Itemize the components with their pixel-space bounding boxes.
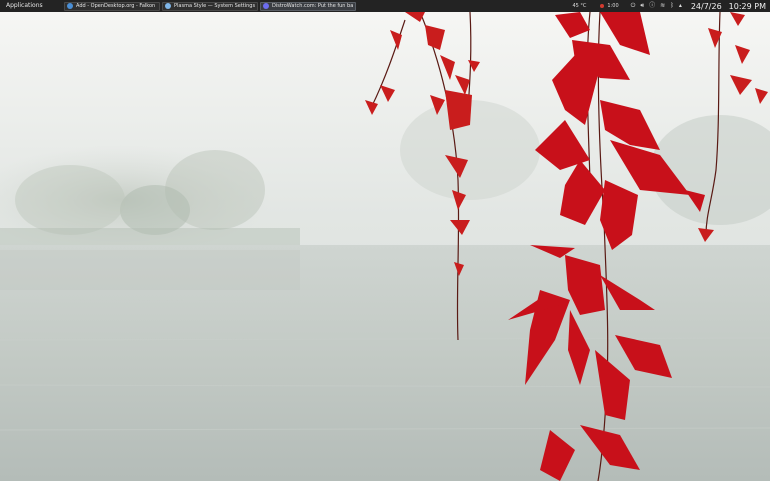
top-panel: Applications Add - OpenDesktop.org - Fal… bbox=[0, 0, 770, 12]
battery-icon bbox=[600, 4, 605, 8]
desktop: Applications Add - OpenDesktop.org - Fal… bbox=[0, 0, 770, 481]
applications-menu-button[interactable]: Applications bbox=[0, 0, 64, 12]
falkon-icon bbox=[67, 3, 73, 9]
clock-time[interactable]: 10:29 PM bbox=[729, 2, 766, 11]
task-falkon[interactable]: Add - OpenDesktop.org - Falkon bbox=[64, 1, 160, 11]
battery-readout: 1:00 bbox=[607, 3, 619, 9]
battery-indicator[interactable]: 1:00 bbox=[600, 3, 619, 9]
distrowatch-icon bbox=[263, 3, 269, 9]
task-label: DistroWatch.com: Put the fun back ... bbox=[272, 2, 353, 9]
bluetooth-icon[interactable]: ᛒ bbox=[670, 0, 674, 12]
task-manager: Add - OpenDesktop.org - Falkon Plasma St… bbox=[64, 0, 358, 12]
task-distrowatch[interactable]: DistroWatch.com: Put the fun back ... bbox=[260, 1, 356, 11]
volume-icon[interactable]: 🔊︎ bbox=[640, 0, 644, 12]
notifications-icon[interactable]: ⓘ bbox=[649, 0, 655, 12]
settings-icon bbox=[165, 3, 171, 9]
network-icon[interactable]: ≋ bbox=[660, 0, 665, 12]
power-icon[interactable]: ⏻ bbox=[631, 0, 636, 12]
system-tray: 45 °C 1:00 ⏻ 🔊︎ ⓘ ≋ ᛒ ▴ 24/7/26 10:29 PM bbox=[572, 0, 770, 12]
task-label: Plasma Style — System Settings bbox=[174, 2, 255, 9]
wallpaper bbox=[0, 0, 770, 481]
clock-date[interactable]: 24/7/26 bbox=[691, 2, 722, 11]
task-system-settings[interactable]: Plasma Style — System Settings bbox=[162, 1, 258, 11]
expand-tray-icon[interactable]: ▴ bbox=[679, 0, 682, 12]
task-label: Add - OpenDesktop.org - Falkon bbox=[76, 2, 156, 9]
temperature-readout: 45 °C bbox=[572, 3, 587, 9]
